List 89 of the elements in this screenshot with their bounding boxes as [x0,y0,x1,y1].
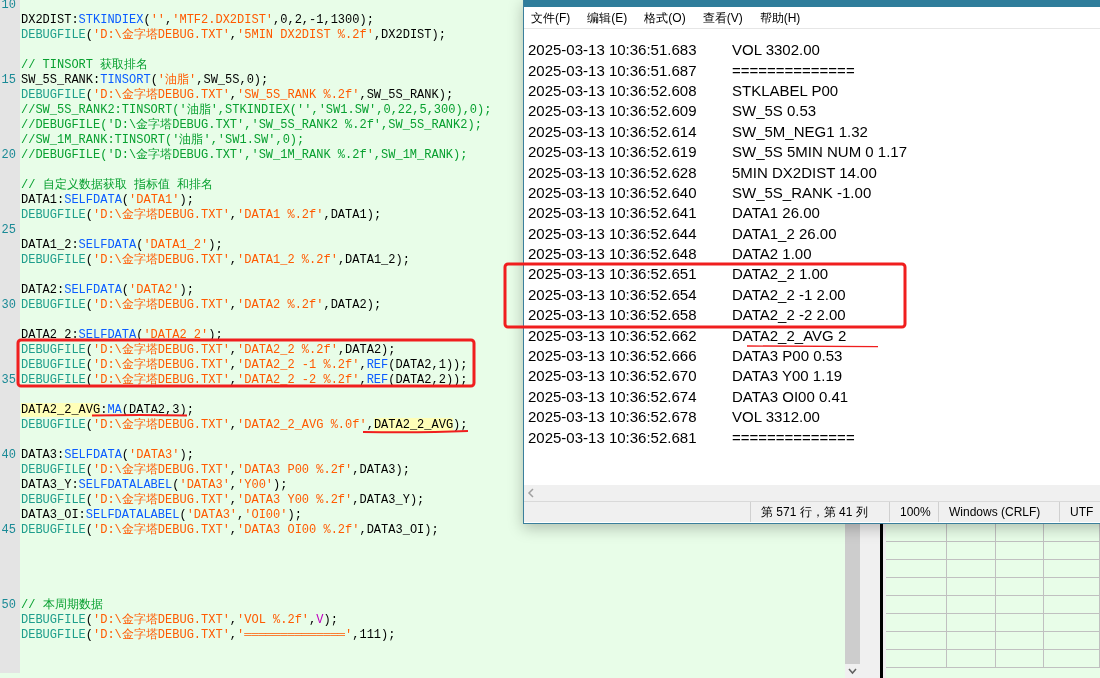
log-message: DATA1_2 26.00 [732,225,837,242]
log-message: DATA3 P00 0.53 [732,348,843,365]
line-number: 45 [1,523,16,537]
code-line: // 本周期数据 [21,598,103,612]
log-timestamp: 2025-03-13 10:36:52.608 [528,82,698,99]
log-message: DATA2 1.00 [732,246,812,263]
log-timestamp: 2025-03-13 10:36:52.678 [528,409,698,426]
log-message: DATA3 OI00 0.41 [732,388,849,405]
log-message: ============== [732,62,855,79]
log-message: VOL 3302.00 [732,42,820,59]
code-line: DEBUGFILE('D:\金字塔DEBUG.TXT','DATA2_2 -1 %.2f',REF(DATA2,1)); [21,358,468,372]
menu-item[interactable]: 帮助(H) [759,8,801,27]
log-timestamp: 2025-03-13 10:36:52.654 [528,286,698,303]
status-text: 第 571 行，第 41 列 [761,504,868,521]
code-line: DEBUGFILE('D:\金字塔DEBUG.TXT','5MIN DX2DIST %.2f',DX2DIST); [21,28,446,42]
log-timestamp: 2025-03-13 10:36:51.687 [528,62,698,79]
code-line: DATA2_2_AVG:MA(DATA2,3); [21,403,194,417]
horizontal-scrollbar[interactable] [524,485,1100,501]
menu-item[interactable]: 查看(V) [702,8,743,27]
line-number: 10 [1,0,16,12]
line-number: 25 [1,223,16,237]
line-number: 15 [1,73,16,87]
code-line: DEBUGFILE('D:\金字塔DEBUG.TXT','DATA2_2 %.2f',DATA2); [21,343,396,357]
status-text: UTF [1070,504,1094,521]
line-number: 40 [1,448,16,462]
code-line: //DEBUGFILE('D:\金字塔DEBUG.TXT','SW_5S_RANK2 %.2f',SW_5S_RANK2); [21,118,482,132]
log-message: 5MIN DX2DIST 14.00 [732,164,877,181]
log-timestamp: 2025-03-13 10:36:52.619 [528,144,698,161]
log-timestamp: 2025-03-13 10:36:52.641 [528,205,698,222]
code-line: DEBUGFILE('D:\金字塔DEBUG.TXT','DATA2_2_AVG %.0f',DATA2_2_AVG); [21,418,468,432]
code-line: //SW_5S_RANK2:TINSORT('油脂',STKINDIEX('','SW1.SW',0,22,5,300),0); [21,103,492,117]
log-message: SW_5S_RANK -1.00 [732,184,872,201]
log-timestamp: 2025-03-13 10:36:52.658 [528,307,698,324]
code-line: DATA3_OI:SELFDATALABEL('DATA3','OI00'); [21,508,302,522]
code-line: DEBUGFILE('D:\金字塔DEBUG.TXT','DATA3 P00 %.2f',DATA3); [21,463,410,477]
log-message: ============== [732,429,855,446]
code-line: DEBUGFILE('D:\金字塔DEBUG.TXT','DATA1_2 %.2f',DATA1_2); [21,253,410,267]
code-line: DEBUGFILE('D:\金字塔DEBUG.TXT','VOL %.2f',V); [21,613,338,627]
log-timestamp: 2025-03-13 10:36:52.662 [528,327,698,344]
status-text: Windows (CRLF) [949,504,1041,521]
code-line: // 自定义数据获取 指标值 和排名 [21,178,213,192]
log-message: DATA2_2 -1 2.00 [732,286,846,303]
line-number: 20 [1,148,16,162]
code-line: //SW_1M_RANK:TINSORT('油脂','SW1.SW',0); [21,133,305,147]
log-message: DATA2_2 1.00 [732,266,829,283]
code-line: DATA3:SELFDATA('DATA3'); [21,448,194,462]
scrollbar-thumb[interactable] [845,524,860,664]
code-line: DX2DIST:STKINDIEX('','MTF2.DX2DIST',0,2,-1,1300); [21,13,374,27]
code-line: DATA1_2:SELFDATA('DATA1_2'); [21,238,223,252]
log-timestamp: 2025-03-13 10:36:52.648 [528,246,698,263]
menu-item[interactable]: 编辑(E) [587,8,628,27]
status-text: 100% [900,504,931,521]
code-line: DATA2:SELFDATA('DATA2'); [21,283,194,297]
log-timestamp: 2025-03-13 10:36:52.670 [528,368,698,385]
log-message: VOL 3312.00 [732,409,820,426]
code-line: DEBUGFILE('D:\金字塔DEBUG.TXT','══════════════',111); [21,628,396,642]
log-timestamp: 2025-03-13 10:36:52.644 [528,225,698,242]
code-line: DATA3_Y:SELFDATALABEL('DATA3','Y00'); [21,478,288,492]
code-line: DATA1:SELFDATA('DATA1'); [21,193,194,207]
code-line: // TINSORT 获取排名 [21,58,149,72]
log-message: DATA2_2 -2 2.00 [732,307,846,324]
log-timestamp: 2025-03-13 10:36:52.651 [528,266,698,283]
log-message: DATA2_2_AVG 2 [732,327,847,344]
code-line: DEBUGFILE('D:\金字塔DEBUG.TXT','DATA3 OI00 %.2f',DATA3_OI); [21,523,439,537]
menu-item[interactable]: 文件(F) [531,8,571,27]
code-line: DEBUGFILE('D:\金字塔DEBUG.TXT','DATA3 Y00 %.2f',DATA3_Y); [21,493,425,507]
code-line: DEBUGFILE('D:\金字塔DEBUG.TXT','DATA2 %.2f',DATA2); [21,298,382,312]
log-message: SW_5S 0.53 [732,103,817,120]
line-number: 50 [1,598,16,612]
log-message: SW_5S 5MIN NUM 0 1.17 [732,144,908,161]
log-timestamp: 2025-03-13 10:36:51.683 [528,42,698,59]
log-message: DATA1 26.00 [732,205,820,222]
line-number: 30 [1,298,16,312]
line-number: 35 [1,373,16,387]
log-timestamp: 2025-03-13 10:36:52.666 [528,348,698,365]
code-line: //DEBUGFILE('D:\金字塔DEBUG.TXT','SW_1M_RANK %.2f',SW_1M_RANK); [21,148,468,162]
log-message: DATA3 Y00 1.19 [732,368,843,385]
log-timestamp: 2025-03-13 10:36:52.628 [528,164,698,181]
log-timestamp: 2025-03-13 10:36:52.640 [528,184,698,201]
log-message: STKLABEL P00 [732,82,839,99]
code-line: DEBUGFILE('D:\金字塔DEBUG.TXT','DATA1 %.2f',DATA1); [21,208,382,222]
log-timestamp: 2025-03-13 10:36:52.681 [528,429,698,446]
log-timestamp: 2025-03-13 10:36:52.614 [528,123,698,140]
log-timestamp: 2025-03-13 10:36:52.609 [528,103,698,120]
log-message: SW_5M_NEG1 1.32 [732,123,868,140]
menu-item[interactable]: 格式(O) [644,8,686,27]
log-timestamp: 2025-03-13 10:36:52.674 [528,388,698,405]
code-line: SW_5S_RANK:TINSORT('油脂',SW_5S,0); [21,73,269,87]
code-line: DEBUGFILE('D:\金字塔DEBUG.TXT','SW_5S_RANK %.2f',SW_5S_RANK); [21,88,454,102]
